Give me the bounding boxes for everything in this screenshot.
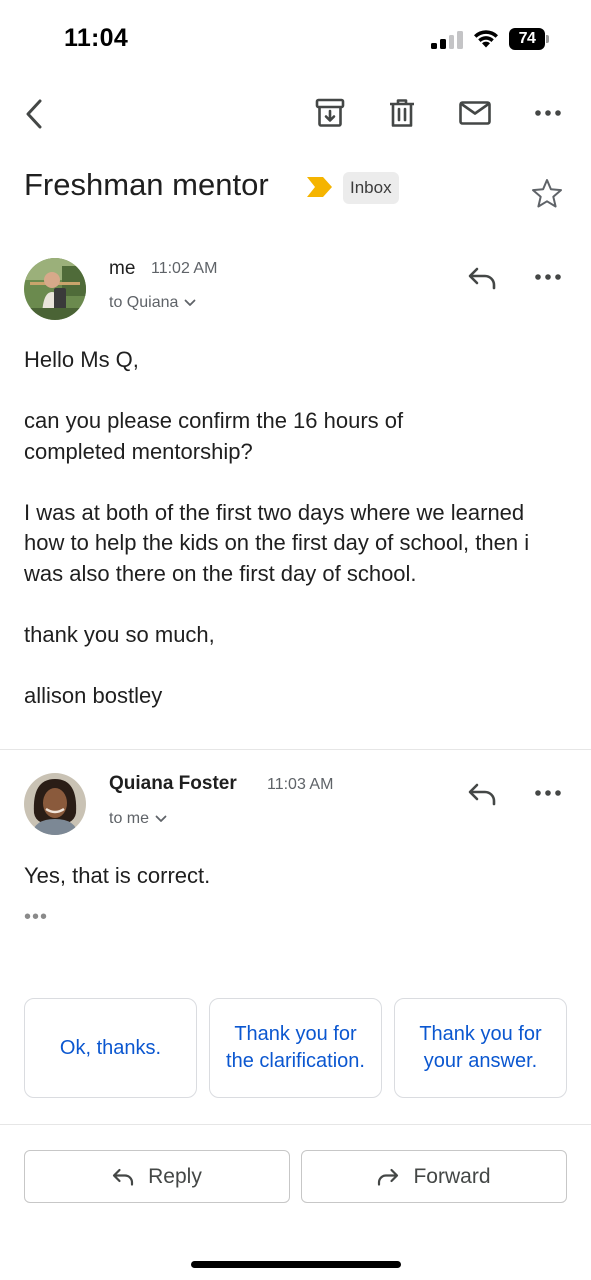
show-trimmed-content-button[interactable]: ••• bbox=[24, 906, 48, 929]
sender-avatar[interactable] bbox=[24, 258, 86, 320]
archive-icon bbox=[315, 98, 345, 127]
recipient-label: to me bbox=[109, 810, 150, 827]
more-horizontal-icon bbox=[535, 274, 561, 280]
actions-divider bbox=[0, 1124, 591, 1125]
sender-name: me bbox=[109, 258, 136, 279]
body-paragraph: can you please confirm the 16 hours of c… bbox=[24, 408, 404, 464]
forward-icon bbox=[378, 1168, 399, 1186]
reply-action-button[interactable]: Reply bbox=[24, 1150, 290, 1203]
smart-reply-chip[interactable]: Thank you for the clarification. bbox=[209, 998, 382, 1098]
reply-icon bbox=[113, 1168, 134, 1186]
reply-icon bbox=[468, 267, 496, 290]
smart-reply-chip[interactable]: Ok, thanks. bbox=[24, 998, 197, 1098]
mail-icon bbox=[459, 101, 491, 125]
body-paragraph: Yes, that is correct. bbox=[24, 863, 211, 888]
recipient-details-toggle[interactable]: to Quiana bbox=[109, 294, 196, 312]
body-paragraph: I was at both of the first two days wher… bbox=[24, 499, 530, 586]
archive-button[interactable] bbox=[310, 93, 350, 133]
chevron-down-icon bbox=[155, 815, 167, 822]
battery-nub bbox=[546, 35, 549, 43]
star-icon bbox=[532, 179, 562, 208]
chevron-left-icon bbox=[26, 99, 42, 129]
forward-action-button[interactable]: Forward bbox=[301, 1150, 567, 1203]
message-time: 11:03 AM bbox=[267, 776, 334, 793]
recipient-label: to Quiana bbox=[109, 294, 179, 311]
body-paragraph: allison bostley bbox=[24, 682, 163, 708]
message-time: 11:02 AM bbox=[151, 260, 218, 277]
wifi-icon bbox=[472, 27, 500, 49]
reply-icon bbox=[468, 783, 496, 806]
important-marker-icon[interactable] bbox=[306, 176, 333, 198]
message-body: Yes, that is correct. bbox=[24, 861, 569, 892]
chevron-down-icon bbox=[184, 299, 196, 306]
message-more-button[interactable] bbox=[528, 773, 568, 813]
trash-icon bbox=[390, 99, 414, 127]
battery-indicator: 74 bbox=[509, 28, 545, 50]
message-divider bbox=[0, 749, 591, 750]
more-horizontal-icon bbox=[535, 110, 561, 116]
cellular-signal-icon bbox=[431, 29, 463, 49]
more-horizontal-icon bbox=[535, 790, 561, 796]
status-time: 11:04 bbox=[64, 24, 129, 52]
reply-button[interactable] bbox=[462, 258, 502, 298]
message-body: Hello Ms Q, can you please confirm the 1… bbox=[24, 345, 569, 711]
star-button[interactable] bbox=[531, 178, 563, 209]
recipient-details-toggle[interactable]: to me bbox=[109, 810, 167, 828]
reply-button[interactable] bbox=[462, 774, 502, 814]
message-more-button[interactable] bbox=[528, 257, 568, 297]
smart-reply-chip[interactable]: Thank you for your answer. bbox=[394, 998, 567, 1098]
home-indicator[interactable] bbox=[191, 1261, 401, 1268]
reply-label: Reply bbox=[148, 1164, 202, 1188]
inbox-label-chip[interactable]: Inbox bbox=[343, 172, 399, 204]
back-button[interactable] bbox=[14, 94, 54, 134]
sender-avatar[interactable] bbox=[24, 773, 86, 835]
body-paragraph: thank you so much, bbox=[24, 621, 215, 647]
mark-unread-button[interactable] bbox=[455, 93, 495, 133]
forward-label: Forward bbox=[413, 1164, 491, 1188]
delete-button[interactable] bbox=[382, 93, 422, 133]
sender-name: Quiana Foster bbox=[109, 773, 237, 794]
email-subject: Freshman mentor bbox=[24, 167, 269, 202]
body-paragraph: Hello Ms Q, bbox=[24, 347, 139, 372]
more-options-button[interactable] bbox=[528, 93, 568, 133]
